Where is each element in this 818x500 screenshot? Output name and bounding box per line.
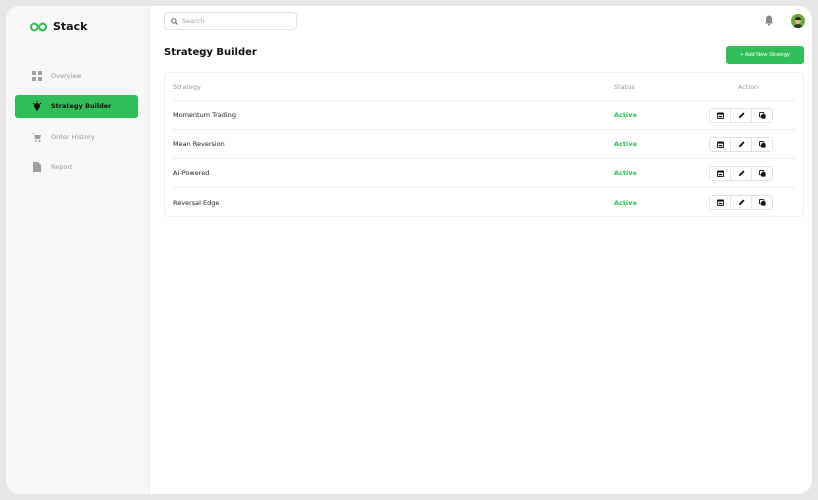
table-row: Mean Reversion Active [173, 130, 795, 159]
calendar-icon [716, 199, 724, 206]
duplicate-button[interactable] [752, 137, 772, 151]
duplicate-button[interactable] [752, 166, 772, 180]
copy-icon [758, 111, 766, 119]
status-badge: Active [614, 111, 637, 119]
column-header-strategy: Strategy [173, 82, 201, 91]
sidebar-item-overview[interactable]: Overview [15, 64, 138, 87]
strategy-name: Mean Reversion [173, 140, 225, 148]
view-button[interactable] [710, 137, 731, 151]
edit-button[interactable] [731, 137, 752, 151]
page-title: Strategy Builder [164, 47, 257, 58]
pencil-icon [738, 140, 745, 147]
infinity-icon [30, 21, 47, 32]
main-content: Search Strategy Builder + Add New Strate… [150, 6, 812, 494]
calendar-icon [716, 111, 724, 119]
status-badge: Active [614, 140, 637, 148]
row-actions [709, 136, 773, 152]
status-badge: Active [614, 169, 637, 177]
view-button[interactable] [710, 196, 731, 209]
column-header-action: Action [737, 82, 759, 91]
pencil-icon [738, 169, 745, 176]
copy-icon [758, 199, 766, 206]
duplicate-button[interactable] [752, 108, 772, 122]
logo: Stack [30, 20, 87, 33]
bulb-icon [32, 101, 42, 111]
strategy-name: Momentum Trading [173, 111, 236, 119]
table-row: Momentum Trading Active [173, 101, 795, 130]
sidebar: Stack Overview Strategy Builder Order Hi… [6, 6, 150, 494]
sidebar-item-label: Overview [51, 71, 82, 80]
row-actions [709, 165, 773, 181]
sidebar-item-order-history[interactable]: Order History [15, 125, 138, 148]
table-header: Strategy Status Action [173, 73, 795, 101]
sidebar-item-label: Strategy Builder [51, 102, 112, 110]
app-window: Stack Overview Strategy Builder Order Hi… [6, 6, 812, 494]
status-badge: Active [614, 198, 637, 207]
grid-icon [32, 70, 42, 81]
strategy-name: AI-Powered [173, 169, 210, 177]
duplicate-button[interactable] [752, 196, 772, 209]
calendar-icon [716, 140, 724, 148]
column-header-status: Status [614, 82, 635, 91]
copy-icon [758, 169, 766, 177]
report-icon [33, 162, 41, 172]
search-placeholder: Search [182, 17, 205, 25]
avatar[interactable] [791, 14, 805, 28]
search-icon [171, 17, 178, 25]
search-input[interactable]: Search [164, 12, 297, 30]
table-row: AI-Powered Active [173, 159, 795, 188]
add-new-strategy-button[interactable]: + Add New Strategy [726, 46, 804, 64]
edit-button[interactable] [731, 108, 752, 122]
sidebar-nav: Overview Strategy Builder Order History … [15, 64, 138, 186]
strategy-name: Reversal Edge [173, 198, 220, 207]
pencil-icon [738, 199, 745, 206]
edit-button[interactable] [731, 166, 752, 180]
sidebar-item-strategy-builder[interactable]: Strategy Builder [15, 94, 138, 118]
sidebar-item-label: Order History [51, 132, 95, 141]
row-actions [709, 107, 773, 123]
strategy-table: Strategy Status Action Momentum Trading … [164, 72, 804, 217]
table-row: Reversal Edge Active [173, 188, 795, 217]
pencil-icon [738, 111, 745, 118]
calendar-icon [716, 169, 724, 177]
edit-button[interactable] [731, 196, 752, 209]
copy-icon [758, 140, 766, 148]
brand-name: Stack [53, 20, 88, 33]
bell-icon[interactable] [764, 15, 774, 26]
view-button[interactable] [710, 108, 731, 122]
view-button[interactable] [710, 166, 731, 180]
sidebar-item-label: Report [51, 163, 73, 171]
cart-icon [32, 132, 41, 142]
sidebar-item-report[interactable]: Report [15, 156, 138, 179]
row-actions [709, 195, 773, 210]
user-avatar-icon [793, 17, 803, 28]
